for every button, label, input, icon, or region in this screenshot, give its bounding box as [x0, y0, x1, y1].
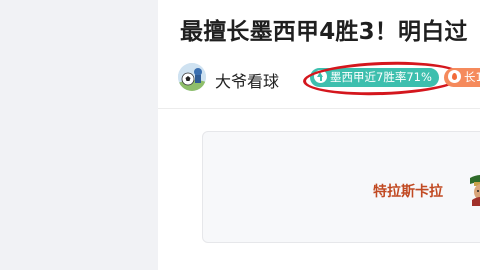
author-row: 大爷看球 墨西甲近7胜率71% 长1 — [178, 59, 480, 98]
match-card[interactable]: 特拉斯卡拉 — [202, 131, 480, 243]
red-highlight-circle — [302, 59, 464, 98]
streak-badge-text: 长1 — [464, 70, 480, 84]
team-crest-icon — [470, 175, 480, 206]
article-content: 最擅长墨西甲4胜3！明白过 大爷看球 墨西甲近7胜率71% 长1 特拉斯卡拉 — [158, 0, 480, 270]
article-title: 最擅长墨西甲4胜3！明白过 — [180, 19, 468, 45]
fire-icon — [448, 70, 461, 83]
page: 最擅长墨西甲4胜3！明白过 大爷看球 墨西甲近7胜率71% 长1 特拉斯卡拉 — [0, 0, 480, 270]
author-name[interactable]: 大爷看球 — [215, 68, 279, 92]
author-avatar[interactable] — [178, 63, 206, 91]
soccer-ball-avatar-icon — [178, 63, 206, 91]
streak-badge: 长1 — [444, 68, 480, 87]
team-name: 特拉斯卡拉 — [373, 184, 443, 200]
left-gutter — [0, 0, 158, 270]
section-divider — [158, 108, 480, 109]
